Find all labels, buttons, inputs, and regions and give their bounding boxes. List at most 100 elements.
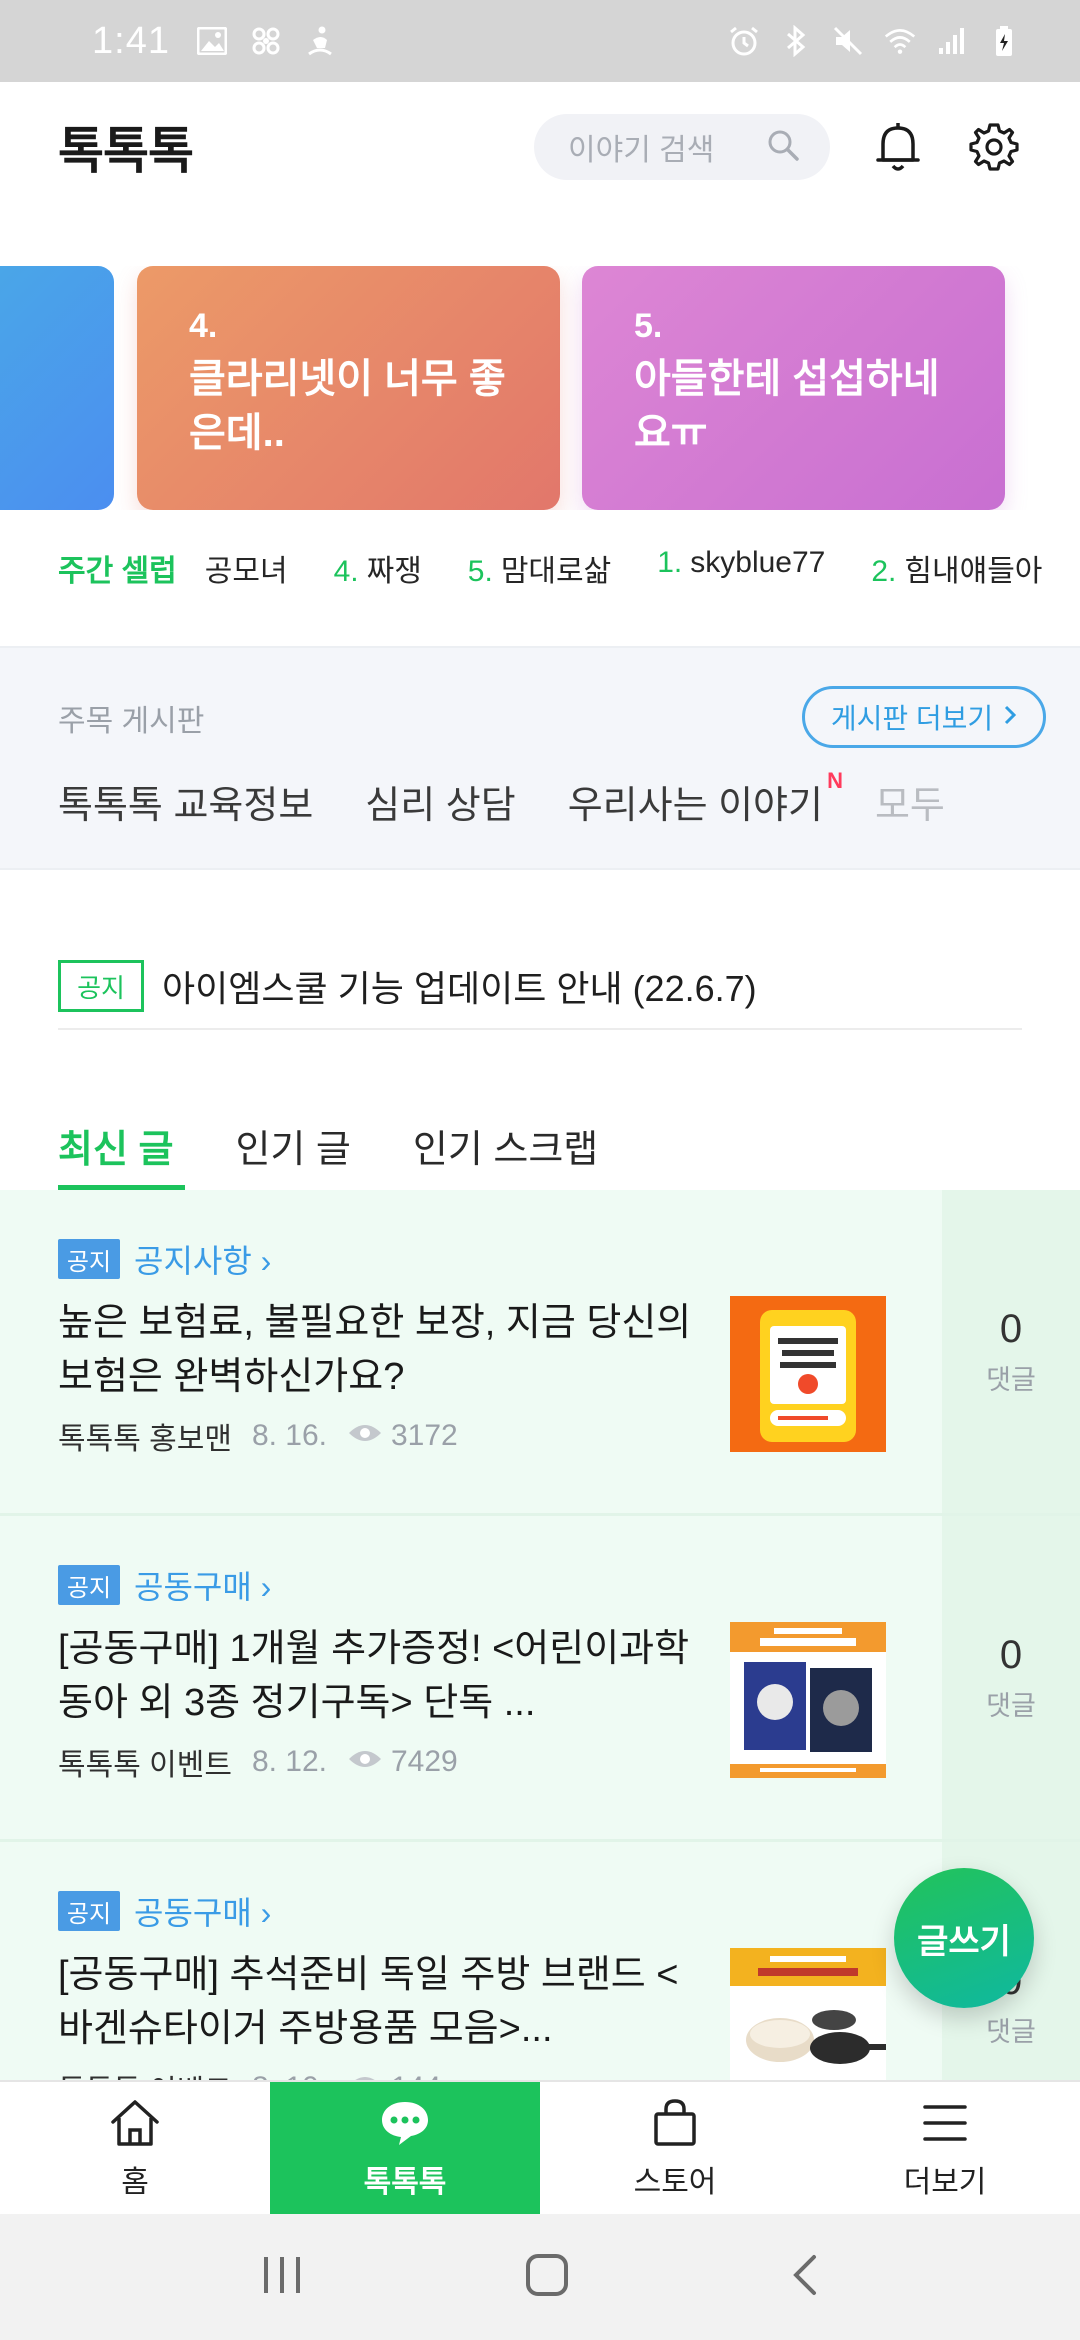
notice-badge: 공지 <box>58 960 144 1012</box>
comment-label: 댓글 <box>986 1690 1036 1721</box>
post-view-count: 3172 <box>391 1419 458 1452</box>
post-category-link[interactable]: 공동구매 <box>134 1562 271 1608</box>
app-header: 톡톡톡 이야기 검색 <box>0 82 1080 212</box>
featured-boards-section: 주목 게시판 게시판 더보기 톡톡톡 교육정보 심리 상담 우리사는 이야기 N … <box>0 646 1080 870</box>
post-content: 공지 공동구매 [공동구매] 1개월 추가증정! <어린이과학동아 외 3종 정… <box>58 1562 698 1784</box>
banner-card-partial[interactable] <box>0 266 114 510</box>
more-boards-label: 게시판 더보기 <box>830 703 994 734</box>
notification-bell-icon[interactable] <box>870 119 926 175</box>
back-icon[interactable] <box>790 2253 820 2302</box>
nav-store[interactable]: 스토어 <box>540 2082 810 2216</box>
nav-talk[interactable]: 톡톡톡 <box>270 2082 540 2216</box>
write-post-button[interactable]: 글쓰기 <box>894 1868 1034 2008</box>
signal-icon <box>936 25 968 57</box>
gallery-icon <box>196 25 228 57</box>
status-notification-icons <box>196 25 336 57</box>
celeb-item[interactable]: 5. 맘대로삶 <box>468 546 611 590</box>
celeb-rank: 2. <box>871 555 897 588</box>
post-notice-badge: 공지 <box>58 1239 120 1279</box>
celeb-item[interactable]: 1. skyblue77 <box>657 546 825 590</box>
search-icon <box>766 128 800 167</box>
post-category-link[interactable]: 공지사항 <box>134 1236 271 1282</box>
weekly-celeb-row[interactable]: 주간 셀럽 공모녀 4. 짜쟁 5. 맘대로삶 1. skyblue77 2. 힘내얘들… <box>58 542 1058 594</box>
board-tab-all[interactable]: 모두 <box>875 774 945 829</box>
celeb-item[interactable]: 4. 짜쟁 <box>334 546 422 590</box>
post-view-count: 7429 <box>391 1745 458 1778</box>
popular-banner-carousel[interactable]: 4. 클라리넷이 너무 좋은데.. 5. 아들한테 섭섭하네요ㅠ <box>0 266 1080 510</box>
post-comment-box: 0 댓글 <box>942 1190 1080 1513</box>
new-badge: N <box>827 768 843 793</box>
bottom-navigation: 홈 톡톡톡 스토어 더보기 <box>0 2080 1080 2216</box>
recent-apps-icon[interactable] <box>260 2255 304 2300</box>
more-boards-button[interactable]: 게시판 더보기 <box>802 686 1046 748</box>
post-author: 톡톡톡 이벤트 <box>58 1749 232 1782</box>
nav-talk-label: 톡톡톡 <box>363 2166 447 2199</box>
comment-label: 댓글 <box>986 2016 1036 2047</box>
weekly-celeb-label: 주간 셀럽 <box>58 555 177 588</box>
post-views: 7429 <box>347 1745 458 1779</box>
banner-text: 아들한테 섭섭하네요ㅠ <box>634 357 940 455</box>
celeb-name: skyblue77 <box>690 546 826 579</box>
search-input[interactable]: 이야기 검색 <box>534 114 830 180</box>
chevron-right-icon <box>1003 701 1017 733</box>
tab-latest[interactable]: 최신 글 <box>58 1106 186 1190</box>
post-date: 8. 10. <box>252 2071 327 2080</box>
post-meta: 톡톡톡 이벤트 8. 10. 144 <box>58 2066 698 2080</box>
notice-text: 아이엠스쿨 기능 업데이트 안내 (22.6.7) <box>162 968 757 1009</box>
post-thumbnail-insurance <box>730 1296 886 1452</box>
eye-icon <box>347 1419 383 1453</box>
home-icon <box>107 2097 163 2149</box>
comment-count: 0 <box>999 1306 1023 1351</box>
board-tab-counseling[interactable]: 심리 상담 <box>365 774 515 829</box>
post-thumbnail-cookware <box>730 1948 886 2080</box>
eye-icon <box>347 1745 383 1779</box>
tab-popular-scrap[interactable]: 인기 스크랩 <box>413 1106 598 1190</box>
post-category-row: 공지 공동구매 <box>58 1888 698 1934</box>
banner-card[interactable]: 5. 아들한테 섭섭하네요ㅠ <box>582 266 1005 510</box>
settings-gear-icon[interactable] <box>966 119 1022 175</box>
banner-rank: 5. <box>634 307 663 345</box>
nav-home-label: 홈 <box>121 2166 149 2199</box>
notice-banner[interactable]: 공지 아이엠스쿨 기능 업데이트 안내 (22.6.7) <box>58 944 1022 1030</box>
celeb-rank: 4. <box>333 555 359 588</box>
tab-popular[interactable]: 인기 글 <box>235 1106 350 1190</box>
post-meta: 톡톡톡 이벤트 8. 12. 7429 <box>58 1740 698 1784</box>
search-placeholder: 이야기 검색 <box>568 134 715 167</box>
post-title: 높은 보험료, 불필요한 보장, 지금 당신의 보험은 완벽하신가요? <box>58 1302 692 1398</box>
post-category-row: 공지 공지사항 <box>58 1236 698 1282</box>
comment-count: 0 <box>999 1632 1023 1677</box>
board-tab-education[interactable]: 톡톡톡 교육정보 <box>58 774 313 829</box>
post-comment-box: 0 댓글 <box>942 1516 1080 1839</box>
post-meta: 톡톡톡 홍보맨 8. 16. 3172 <box>58 1414 698 1458</box>
mute-icon <box>832 25 864 57</box>
celeb-rank: 5. <box>467 555 493 588</box>
home-button-icon[interactable] <box>525 2253 569 2302</box>
system-navigation-bar <box>0 2214 1080 2340</box>
battery-charging-icon <box>988 25 1020 57</box>
board-tab-our-stories[interactable]: 우리사는 이야기 N <box>568 768 843 829</box>
wifi-icon <box>884 25 916 57</box>
post-category-row: 공지 공동구매 <box>58 1562 698 1608</box>
post-content: 공지 공동구매 [공동구매] 추석준비 독일 주방 브랜드 <바겐슈타이거 주방… <box>58 1888 698 2080</box>
list-item[interactable]: 공지 공동구매 [공동구매] 1개월 추가증정! <어린이과학동아 외 3종 정… <box>0 1516 1080 1842</box>
nav-home[interactable]: 홈 <box>0 2082 270 2216</box>
comment-label: 댓글 <box>986 1364 1036 1395</box>
post-author: 톡톡톡 이벤트 <box>58 2066 232 2080</box>
celeb-item[interactable]: 2. 힘내얘들아 <box>871 546 1042 590</box>
celeb-item[interactable]: 공모녀 <box>197 546 288 590</box>
list-item[interactable]: 공지 공지사항 높은 보험료, 불필요한 보장, 지금 당신의 보험은 완벽하신… <box>0 1190 1080 1516</box>
nav-more[interactable]: 더보기 <box>810 2082 1080 2216</box>
post-author: 톡톡톡 홍보맨 <box>58 1423 232 1456</box>
celeb-rank: 1. <box>657 546 683 579</box>
banner-card[interactable]: 4. 클라리넷이 너무 좋은데.. <box>137 266 560 510</box>
post-date: 8. 16. <box>251 1419 327 1452</box>
chat-bubble-icon <box>377 2097 433 2149</box>
status-time: 1:41 <box>92 19 170 62</box>
celeb-list: 공모녀 4. 짜쟁 5. 맘대로삶 1. skyblue77 2. 힘내얘들아 <box>197 546 1043 590</box>
post-title: [공동구매] 1개월 추가증정! <어린이과학동아 외 3종 정기구독> 단독 … <box>58 1628 690 1724</box>
post-category-link[interactable]: 공동구매 <box>134 1888 271 1934</box>
page-title: 톡톡톡 <box>58 123 194 179</box>
eye-icon <box>347 2071 383 2080</box>
post-content: 공지 공지사항 높은 보험료, 불필요한 보장, 지금 당신의 보험은 완벽하신… <box>58 1236 698 1458</box>
post-title: [공동구매] 추석준비 독일 주방 브랜드 <바겐슈타이거 주방용품 모음>..… <box>58 1954 679 2050</box>
